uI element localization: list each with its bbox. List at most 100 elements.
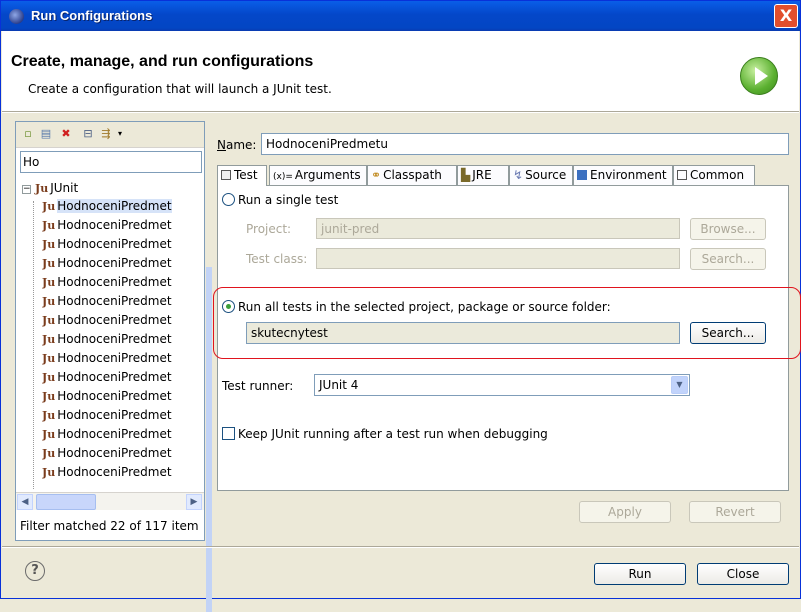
tree-root-label: JUnit: [50, 181, 79, 195]
tree-item-label: HodnoceniPredmet: [57, 237, 172, 251]
junit-config-icon: Ju: [42, 314, 56, 327]
tree-item-label: HodnoceniPredmet: [57, 294, 172, 308]
common-tab-icon: [677, 170, 687, 180]
tree-item-label: HodnoceniPredmet: [57, 313, 172, 327]
environment-tab-icon: [577, 170, 587, 180]
junit-config-icon: Ju: [42, 200, 56, 213]
run-single-option[interactable]: Run a single test: [222, 193, 338, 207]
filter-icon[interactable]: ⇶: [100, 128, 112, 140]
tree-item-label: HodnoceniPredmet: [57, 408, 172, 422]
horizontal-scrollbar[interactable]: ◀ ▶: [16, 492, 204, 510]
tab-jre[interactable]: ▙ JRE: [457, 165, 509, 185]
tree-item[interactable]: Ju HodnoceniPredmet: [42, 427, 204, 441]
close-button[interactable]: Close: [697, 563, 789, 585]
dialog-header: Create, manage, and run configurations C…: [2, 31, 799, 111]
name-field[interactable]: HodnoceniPredmetu: [261, 133, 789, 155]
tree-line: [33, 201, 34, 489]
project-label: Project:: [246, 222, 292, 236]
scroll-thumb[interactable]: [36, 494, 96, 510]
junit-config-icon: Ju: [42, 238, 56, 251]
junit-icon: Ju: [35, 182, 49, 195]
config-tabs: Test (x)= Arguments ⚭ Classpath ▙ JRE ↯ Sour…: [217, 165, 765, 186]
chevron-down-icon[interactable]: ▼: [671, 376, 688, 394]
help-icon[interactable]: ?: [25, 561, 45, 581]
tree-item[interactable]: Ju HodnoceniPredmet: [42, 446, 204, 460]
tree-item-label: HodnoceniPredmet: [57, 351, 172, 365]
tree-item[interactable]: Ju HodnoceniPredmet: [42, 275, 204, 289]
annotation-highlight: [213, 287, 801, 359]
keep-running-option[interactable]: Keep JUnit running after a test run when…: [222, 427, 548, 441]
filter-status: Filter matched 22 of 117 item: [20, 519, 199, 533]
dropdown-icon[interactable]: ▾: [114, 128, 126, 140]
tab-classpath[interactable]: ⚭ Classpath: [367, 165, 457, 185]
tree-item[interactable]: Ju HodnoceniPredmet: [42, 408, 204, 422]
tree-root-junit[interactable]: − Ju JUnit: [22, 181, 78, 195]
filter-input[interactable]: Ho: [20, 151, 202, 173]
junit-config-icon: Ju: [42, 257, 56, 270]
browse-button: Browse...: [690, 218, 766, 240]
tree-item[interactable]: Ju HodnoceniPredmet: [42, 465, 204, 479]
tree-item[interactable]: Ju HodnoceniPredmet: [42, 294, 204, 308]
keep-running-checkbox[interactable]: [222, 427, 235, 440]
junit-config-icon: Ju: [42, 409, 56, 422]
duplicate-icon[interactable]: ▤: [40, 128, 52, 140]
tab-arguments[interactable]: (x)= Arguments: [269, 165, 367, 185]
test-class-label: Test class:: [246, 252, 308, 266]
footer-divider: [2, 546, 799, 548]
test-runner-select[interactable]: JUnit 4 ▼: [314, 374, 690, 396]
title-bar: Run Configurations X: [1, 1, 800, 31]
window-title: Run Configurations: [31, 8, 153, 23]
tree-item[interactable]: Ju HodnoceniPredmet: [42, 256, 204, 270]
junit-config-icon: Ju: [42, 390, 56, 403]
revert-button: Revert: [689, 501, 781, 523]
junit-config-icon: Ju: [42, 276, 56, 289]
tree-item[interactable]: Ju HodnoceniPredmet: [42, 351, 204, 365]
close-window-icon[interactable]: X: [774, 4, 798, 28]
tree-item-label: HodnoceniPredmet: [57, 446, 172, 460]
header-title: Create, manage, and run configurations: [11, 53, 314, 70]
tree-toolbar: ▫ ▤ ✖ ⊟ ⇶ ▾: [16, 122, 204, 148]
tab-source[interactable]: ↯ Source: [509, 165, 573, 185]
jre-tab-icon: ▙: [461, 168, 471, 182]
junit-config-icon: Ju: [42, 219, 56, 232]
tree-item-label: HodnoceniPredmet: [57, 275, 172, 289]
header-divider: [2, 111, 799, 113]
scroll-right-icon[interactable]: ▶: [186, 494, 202, 510]
scroll-left-icon[interactable]: ◀: [17, 494, 33, 510]
tree-item-label: HodnoceniPredmet: [57, 370, 172, 384]
run-button[interactable]: Run: [594, 563, 686, 585]
arguments-tab-icon: (x)=: [273, 172, 293, 182]
configuration-tree: − Ju JUnit Ju HodnoceniPredmet Ju HodnoceniPr…: [16, 177, 204, 489]
tab-test[interactable]: Test: [217, 165, 267, 186]
classpath-tab-icon: ⚭: [371, 168, 382, 182]
tree-item[interactable]: Ju HodnoceniPredmet: [42, 370, 204, 384]
new-config-icon[interactable]: ▫: [22, 128, 34, 140]
tree-item[interactable]: Ju HodnoceniPredmet: [42, 389, 204, 403]
tree-item[interactable]: Ju HodnoceniPredmet: [42, 237, 204, 251]
tree-item[interactable]: Ju HodnoceniPredmet: [42, 199, 204, 213]
tree-item-label: HodnoceniPredmet: [57, 256, 172, 270]
collapse-all-icon[interactable]: ⊟: [82, 128, 94, 140]
run-configurations-dialog: Run Configurations X Create, manage, and…: [0, 0, 801, 612]
tree-item[interactable]: Ju HodnoceniPredmet: [42, 218, 204, 232]
tree-item-label: HodnoceniPredmet: [57, 218, 172, 232]
search-class-button: Search...: [690, 248, 766, 270]
apply-button: Apply: [579, 501, 671, 523]
junit-config-icon: Ju: [42, 295, 56, 308]
tree-item-label: HodnoceniPredmet: [57, 465, 172, 479]
delete-icon[interactable]: ✖: [60, 128, 72, 140]
configuration-tree-pane: ▫ ▤ ✖ ⊟ ⇶ ▾ Ho − Ju JUnit Ju HodnoceniPredm…: [15, 121, 212, 612]
junit-config-icon: Ju: [42, 352, 56, 365]
tab-common[interactable]: Common: [673, 165, 755, 185]
tree-item[interactable]: Ju HodnoceniPredmet: [42, 313, 204, 327]
tab-environment[interactable]: Environment: [573, 165, 673, 185]
junit-config-icon: Ju: [42, 428, 56, 441]
tree-item-label: HodnoceniPredmet: [57, 199, 172, 213]
junit-config-icon: Ju: [42, 333, 56, 346]
run-single-radio[interactable]: [222, 193, 235, 206]
test-tab-icon: [221, 170, 231, 180]
project-field: junit-pred: [316, 218, 680, 239]
tree-item[interactable]: Ju HodnoceniPredmet: [42, 332, 204, 346]
junit-config-icon: Ju: [42, 371, 56, 384]
collapse-box-icon[interactable]: −: [22, 185, 31, 194]
